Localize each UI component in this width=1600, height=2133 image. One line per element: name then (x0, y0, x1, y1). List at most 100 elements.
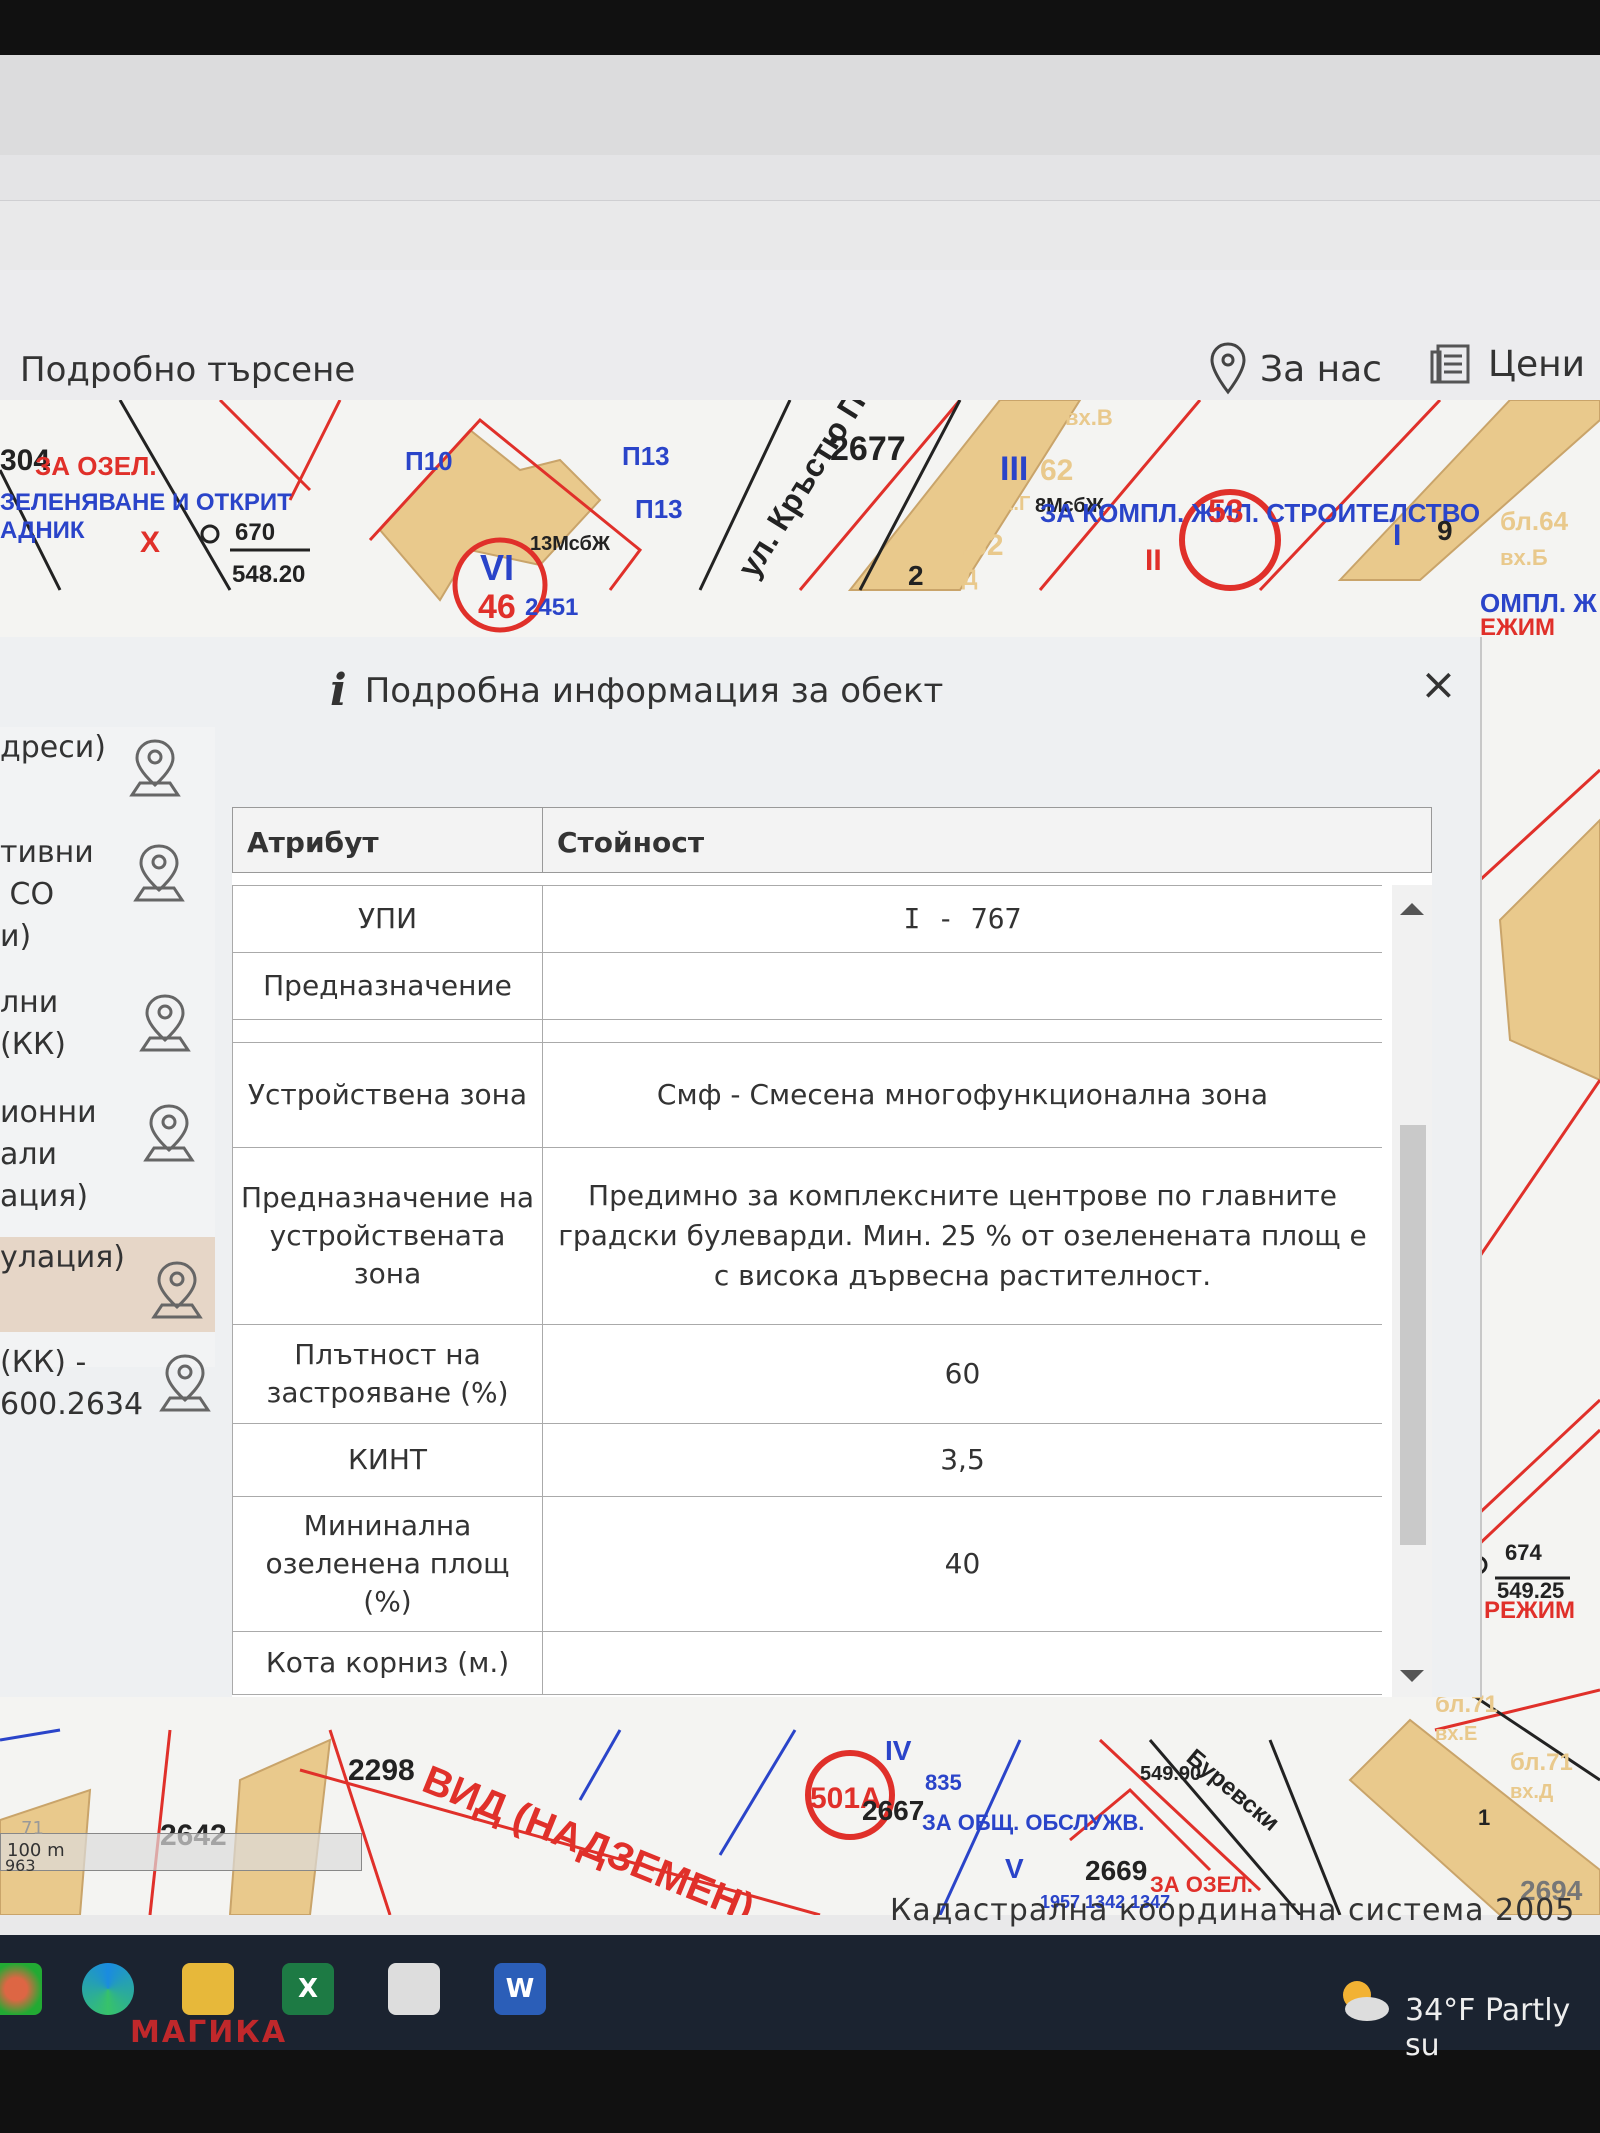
map-label-p13b: П13 (635, 494, 683, 524)
table-row (232, 1020, 1382, 1043)
map-label-vhd: вх.Д (930, 565, 978, 590)
close-button[interactable]: × (1420, 659, 1457, 710)
row-attr-empty (233, 1020, 543, 1042)
map-label-2677: 2677 (830, 430, 906, 468)
map-label-zone1: ЗА ОЗЕЛ. (35, 451, 157, 481)
row-value-empty (543, 1020, 1382, 1042)
map-label-vhe: вх.Е (1435, 1723, 1477, 1745)
store-icon[interactable] (388, 1963, 440, 2015)
table-header: Атрибут Стойност (232, 807, 1432, 873)
file-explorer-icon[interactable] (182, 1963, 234, 2015)
sidebar-item-regulation-zones[interactable]: ионни али ация) (0, 1092, 215, 1237)
row-attr-zone: Устройствена зона (233, 1043, 543, 1147)
row-value-zone: Смф - Смесена многофункционална зона (656, 1078, 1269, 1111)
map-label-bl71b: бл.71 (1510, 1749, 1573, 1776)
info-icon: i (330, 665, 347, 716)
map-scale-bar: 100 m 71 963 (0, 1818, 362, 1875)
table-row: Плътност на застрояване (%) 60 (232, 1325, 1382, 1424)
coordinate-system-label: Кадастрална координатна система 2005 (890, 1893, 1576, 1928)
location-pin-icon (1210, 342, 1246, 395)
row-value-kint: 3,5 (940, 1443, 985, 1476)
map-pin-icon (139, 994, 191, 1052)
map-label-iv: IV (885, 1735, 912, 1766)
map-label-vi: VI (480, 547, 514, 588)
map-label-nadzemen: ВИД (НАДЗЕМЕН) (417, 1758, 761, 1915)
sidebar-item-administrative[interactable]: тивни СО и) (0, 832, 215, 982)
map-label-vhd2: вх.Д (1510, 1781, 1553, 1803)
row-value-density: 60 (944, 1357, 981, 1390)
map-label-674: 674 (1505, 1540, 1542, 1565)
object-info-dialog: i Подробна информация за обект × дреси) … (0, 637, 1482, 1697)
map-label-ii: II (1145, 544, 1162, 577)
map-label-vhg: вх.Г (990, 493, 1030, 515)
map-label-9: 9 (1437, 515, 1453, 546)
excel-icon[interactable]: X (282, 1963, 334, 2015)
edge-browser-icon[interactable] (82, 1963, 134, 2015)
map-label-bl64: бл.64 (1500, 506, 1569, 536)
map-label-1: 1 (1478, 1805, 1490, 1830)
map-pin-icon (159, 1354, 211, 1412)
map-label-iii: III (1000, 450, 1028, 488)
browser-screen: Подробно търсене За нас Цени 304 ЗА ОЗЕЛ… (0, 55, 1600, 1990)
map-label-2667: 2667 (862, 1795, 924, 1826)
table-row: Кота корниз (м.) (232, 1632, 1382, 1695)
map-pin-icon (151, 1261, 203, 1319)
map-label-62: 62 (1040, 454, 1073, 487)
scroll-up-arrow-icon[interactable] (1400, 903, 1424, 915)
table-row: Предназначение (232, 953, 1382, 1020)
scale-label-71: 71 (21, 1818, 44, 1839)
prices-link[interactable]: Цени (1430, 342, 1585, 386)
about-link[interactable]: За нас (1210, 342, 1382, 396)
sidebar-item-label: тивни СО и) (0, 835, 94, 954)
map-label-53: 53 (1208, 493, 1244, 529)
table-row: Устройствена зона Смф - Смесена многофун… (232, 1043, 1382, 1148)
scroll-down-arrow-icon[interactable] (1400, 1670, 1424, 1682)
row-attr-green-area: Мининална озеленена площ (%) (233, 1497, 543, 1631)
site-navbar: Подробно търсене За нас Цени (0, 270, 1600, 400)
table-scrollbar[interactable] (1392, 885, 1432, 1697)
map-label-complex: ЗА КОМПЛ. ЖИЛ. СТРОИТЕЛСТВО (1040, 498, 1480, 528)
sidebar-item-label: (КК) - 600.2634 (0, 1345, 144, 1422)
sidebar-item-regulation[interactable]: улация) (0, 1237, 215, 1332)
map-label-670: 670 (235, 519, 275, 546)
partly-sunny-icon (1343, 1981, 1389, 2021)
attributes-table: Атрибут Стойност УПИ I - 767 Предназначе… (232, 807, 1432, 1697)
map-label-msbzh1: 13МсбЖ (530, 533, 611, 555)
map-label-2298: 2298 (348, 1754, 415, 1787)
map-label-vhb: вх.Б (1500, 545, 1548, 570)
sidebar-item-cadastral-coords[interactable]: (КК) - 600.2634 (0, 1342, 215, 1452)
start-app-icon[interactable] (0, 1963, 42, 2015)
map-label-i1: I (1393, 519, 1401, 552)
map-label-835: 835 (925, 1770, 962, 1795)
row-attr-cornice: Кота корниз (м.) (233, 1632, 543, 1694)
advanced-search-link[interactable]: Подробно търсене (20, 350, 355, 390)
row-value-purpose (543, 953, 1382, 1019)
map-pin-icon (143, 1104, 195, 1162)
windows-taskbar: X W МАГИКА 34°F Partly su (0, 1935, 1600, 2063)
sidebar-item-addresses[interactable]: дреси) (0, 727, 215, 832)
layer-sidebar: дреси) тивни СО и) лни (КК) ионни али ац… (0, 727, 215, 1422)
row-attr-purpose: Предназначение (233, 953, 543, 1019)
watermark-text: МАГИКА (130, 2015, 288, 2050)
row-value-upi: I - 767 (903, 902, 1022, 935)
row-value-green-area: 40 (944, 1547, 981, 1580)
map-label-2669: 2669 (1085, 1855, 1147, 1886)
dialog-title-text: Подробна информация за обект (364, 670, 944, 711)
map-label-548: 548.20 (232, 561, 305, 588)
map-label-p10: П10 (405, 446, 453, 476)
row-value-zone-purpose: Предимно за комплексните центрове по гла… (558, 1179, 1367, 1292)
scroll-thumb[interactable] (1400, 1125, 1426, 1545)
table-body[interactable]: УПИ I - 767 Предназначение Устройствена … (232, 885, 1382, 1695)
map-label-2451: 2451 (525, 594, 578, 621)
table-row: УПИ I - 767 (232, 885, 1382, 953)
sidebar-item-label: дреси) (0, 730, 106, 765)
header-attribute: Атрибут (233, 808, 543, 872)
map-label-p13a: П13 (622, 441, 670, 471)
sidebar-item-cadastral[interactable]: лни (КК) (0, 982, 215, 1092)
map-label-v: V (1005, 1853, 1024, 1884)
row-attr-upi: УПИ (233, 886, 543, 952)
word-icon[interactable]: W (494, 1963, 546, 2015)
map-label-obsl: ЗА ОБЩ. ОБСЛУЖВ. (922, 1810, 1144, 1835)
row-attr-density: Плътност на застрояване (%) (233, 1325, 543, 1423)
map-label-bl62: бл.62 (925, 529, 1004, 562)
